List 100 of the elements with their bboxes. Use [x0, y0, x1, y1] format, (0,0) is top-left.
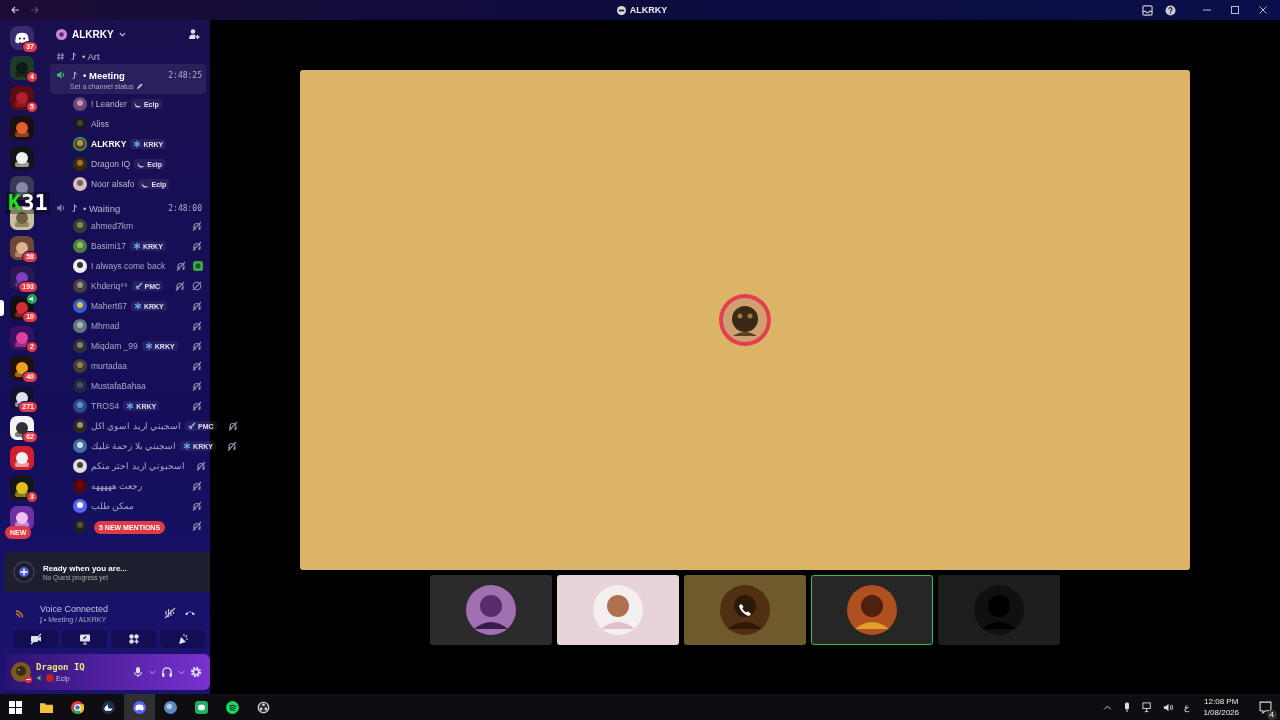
avatar[interactable] [73, 259, 87, 273]
maximize-icon[interactable] [1230, 5, 1240, 15]
browser-icon [71, 700, 84, 714]
member-name: ALKRKY [91, 139, 127, 149]
controller-logo [15, 32, 29, 44]
input-language[interactable]: ع [1184, 702, 1190, 712]
member-name: Mhmad [91, 321, 120, 331]
add-member-icon[interactable] [188, 28, 200, 40]
close-icon[interactable] [1258, 5, 1268, 15]
taskbar-button[interactable] [124, 694, 155, 720]
microphone-icon[interactable] [132, 666, 144, 678]
channel-row[interactable]: • Art [50, 48, 206, 64]
boat-icon [102, 700, 115, 714]
signal-icon [14, 607, 26, 619]
forward-icon[interactable] [30, 5, 40, 15]
avatar[interactable] [73, 177, 87, 191]
clock-time[interactable]: 12:08 PM [1204, 697, 1239, 706]
music-note-icon [69, 51, 78, 61]
snowflake-icon [133, 302, 142, 310]
member-name: اسحبوني اريد احتر منكم [91, 461, 186, 471]
overlay-letter: K [8, 192, 22, 214]
channel-name: • Meeting [83, 69, 125, 81]
notification-count: 4 [1266, 709, 1277, 720]
inbox-icon[interactable] [1142, 4, 1153, 16]
home-button[interactable] [10, 26, 34, 50]
channel-row[interactable]: • Waiting 2:48:00 [50, 200, 206, 216]
server-icon [616, 5, 626, 15]
channel-name: • Waiting [83, 202, 121, 214]
member-name: ! Leander [91, 99, 127, 109]
settings-icon[interactable] [190, 666, 202, 678]
window-title: ALKRKY [629, 5, 668, 15]
video-tile[interactable] [300, 70, 1190, 570]
voice-status[interactable]: Voice Connected [40, 603, 109, 614]
avatar[interactable] [73, 439, 87, 453]
elapsed-time: 2:48:00 [168, 203, 202, 213]
soundboard-button[interactable] [160, 630, 205, 648]
clock-date[interactable]: 1/08/2026 [1203, 708, 1239, 717]
camera-off-button[interactable] [13, 630, 58, 648]
notification-icon[interactable] [1259, 700, 1272, 714]
help-icon[interactable] [1165, 4, 1176, 16]
chevron-down-icon[interactable] [118, 30, 126, 38]
speaker-icon [56, 70, 66, 80]
channel-name: • Art [82, 50, 100, 62]
chat-icon [133, 700, 146, 714]
member-name: Miqdam _99 [91, 341, 138, 351]
participant-tile[interactable] [430, 575, 552, 645]
snowflake-icon [126, 402, 135, 410]
apps-icon [127, 633, 140, 645]
member-name: I always come back [91, 261, 166, 271]
user-name[interactable]: Dragon IQ [36, 662, 85, 672]
elapsed-time: 2:48:25 [168, 70, 202, 80]
member-name: اسجبني اريد اسوي اكل [91, 421, 182, 431]
participant-tile[interactable] [811, 575, 933, 645]
overlay-number: 31 [21, 192, 48, 214]
music-icon [226, 700, 239, 714]
headphones-icon[interactable] [161, 666, 173, 678]
server-name[interactable]: ALKRKY [72, 28, 114, 40]
quest-title: Ready when you are... [43, 563, 128, 573]
screen-share-button[interactable] [62, 630, 107, 648]
snowflake-icon [133, 140, 142, 148]
member-name: ممكن طلب [91, 501, 135, 511]
record-icon [257, 700, 270, 714]
avatar[interactable] [73, 319, 87, 333]
hash-icon [56, 51, 65, 61]
member-name: TROS4 [91, 401, 120, 411]
network-icon[interactable] [1142, 701, 1154, 713]
compass-icon [13, 561, 35, 583]
participant-tile[interactable] [938, 575, 1060, 645]
member-name: Basimi17 [91, 241, 126, 251]
speaker-icon[interactable] [1163, 701, 1175, 713]
orb-icon [164, 700, 177, 714]
avatar[interactable] [73, 97, 87, 111]
snowflake-icon [132, 242, 141, 250]
camera-off-icon [29, 633, 42, 645]
snowflake-icon [144, 342, 153, 350]
music-note-icon [70, 203, 79, 213]
snowflake-icon [183, 442, 192, 450]
avatar[interactable] [73, 459, 87, 473]
activities-button[interactable] [111, 630, 156, 648]
pencil-icon[interactable] [136, 83, 144, 90]
member-name: Khderiq⁹⁹ [91, 281, 128, 291]
screen-share-icon [78, 633, 91, 645]
avatar[interactable] [73, 137, 87, 151]
folder-icon [40, 700, 53, 714]
avatar[interactable] [73, 239, 87, 253]
party-horn-icon [176, 633, 189, 645]
phone-icon [738, 603, 752, 617]
member-name: رجعت هههههه [91, 481, 143, 491]
sword-icon [188, 422, 197, 430]
member-name: Aliss [91, 119, 109, 129]
participant-tile[interactable] [557, 575, 679, 645]
participant-tile[interactable] [684, 575, 806, 645]
member-name: MustafaBahaa [91, 381, 146, 391]
member-name: Mahert67 [91, 301, 127, 311]
noise-suppression-icon[interactable] [164, 607, 176, 619]
back-icon[interactable] [10, 5, 20, 15]
avatar[interactable] [73, 299, 87, 313]
member-name: اسجبني بلا زحمة عليك [91, 441, 177, 451]
sword-icon [134, 282, 143, 290]
avatar[interactable] [73, 499, 87, 513]
